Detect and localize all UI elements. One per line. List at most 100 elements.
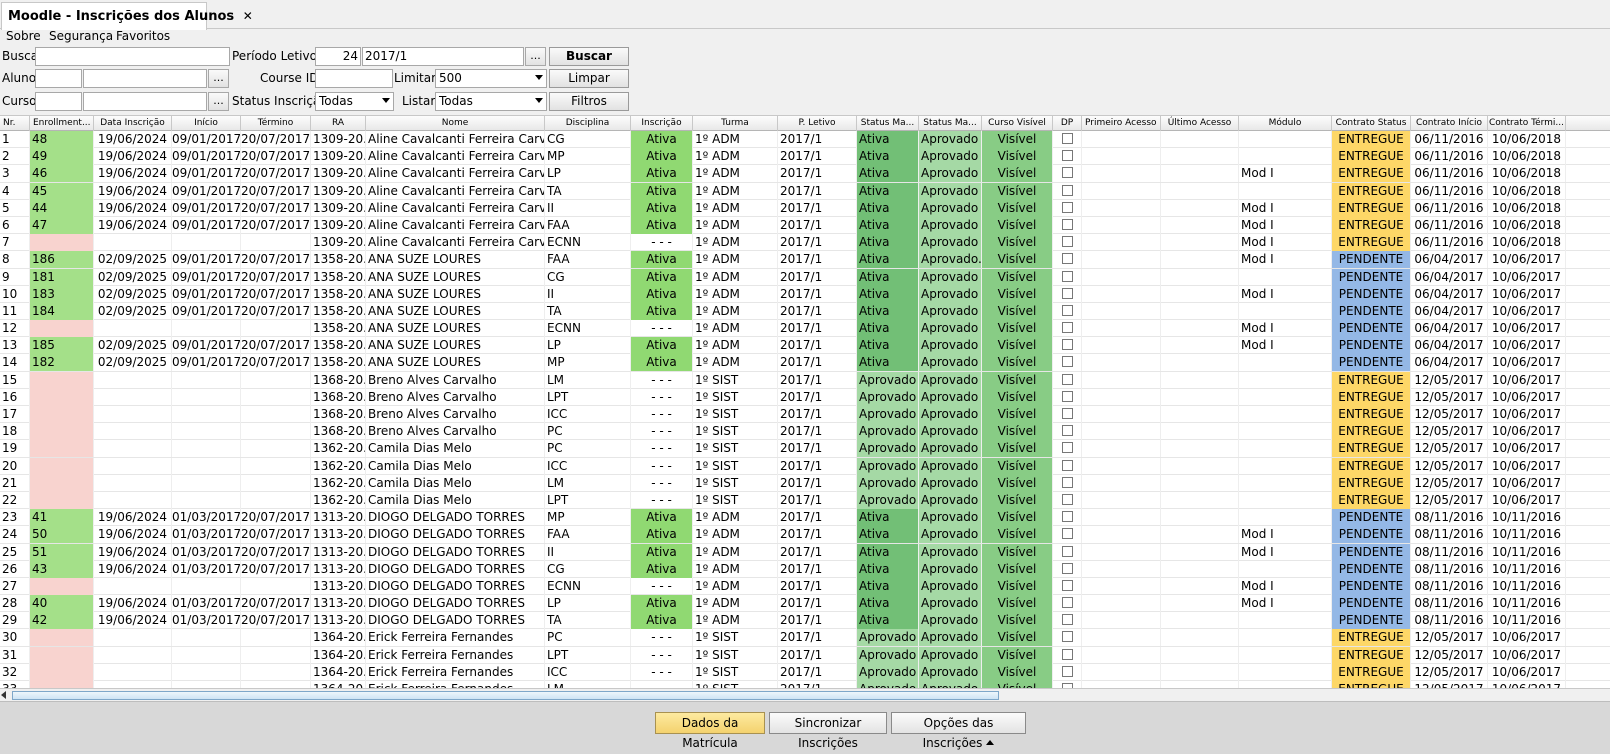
table-row[interactable]: 32 1364-20...Erick Ferreira FernandesICC-… bbox=[0, 663, 1610, 681]
table-row[interactable]: 14 182 02/09/2025 09/01/2017 20/07/2017 1358-… bbox=[0, 354, 1610, 372]
dados-matricula-button[interactable]: Dados da Matrícula bbox=[655, 712, 765, 750]
dp-checkbox[interactable] bbox=[1061, 253, 1073, 265]
dp-checkbox[interactable] bbox=[1061, 167, 1073, 179]
dp-checkbox[interactable] bbox=[1061, 425, 1073, 437]
column-header[interactable]: Enrollment... bbox=[30, 116, 94, 131]
busca-input[interactable] bbox=[35, 47, 230, 66]
table-row[interactable]: 1 48 19/06/2024 09/01/2017 20/07/2017 1309-20… bbox=[0, 131, 1610, 149]
table-row[interactable]: 33 1364-20...Erick Ferreira FernandesLM- … bbox=[0, 681, 1610, 688]
column-header[interactable]: Status Ma... bbox=[919, 116, 982, 131]
column-header[interactable]: Turma bbox=[693, 116, 778, 131]
column-header[interactable]: Nr. bbox=[0, 116, 30, 131]
periodo-code-input[interactable]: 24 bbox=[315, 47, 361, 66]
column-header[interactable]: Data Inscrição bbox=[94, 116, 172, 131]
column-header[interactable]: Último Acesso bbox=[1161, 116, 1239, 131]
table-row[interactable]: 27 1313-20...DIOGO DELGADO TORRESECNN- - … bbox=[0, 577, 1610, 596]
table-row[interactable]: 17 1368-20...Breno Alves CarvalhoICC- - -… bbox=[0, 406, 1610, 424]
aluno-code-input[interactable] bbox=[35, 69, 82, 88]
aluno-lookup-button[interactable]: ... bbox=[208, 69, 229, 88]
column-header[interactable]: Status Ma... bbox=[857, 116, 919, 131]
menu-favoritos[interactable]: Favoritos bbox=[116, 29, 170, 43]
column-header[interactable]: RA bbox=[311, 116, 366, 131]
table-row[interactable]: 29 42 19/06/2024 01/03/2017 20/07/2017 1313-2… bbox=[0, 612, 1610, 630]
sincronizar-button[interactable]: Sincronizar Inscrições bbox=[769, 712, 887, 750]
dp-checkbox[interactable] bbox=[1061, 339, 1073, 351]
dp-checkbox[interactable] bbox=[1061, 304, 1073, 316]
dp-checkbox[interactable] bbox=[1061, 528, 1073, 540]
table-row[interactable]: 28 40 19/06/2024 01/03/2017 20/07/2017 1313-2… bbox=[0, 595, 1610, 613]
column-header[interactable]: Contrato Início bbox=[1411, 116, 1488, 131]
dp-checkbox[interactable] bbox=[1061, 236, 1073, 248]
table-row[interactable]: 20 1362-20...Camila Dias MeloICC- - -1º S… bbox=[0, 457, 1610, 475]
dp-checkbox[interactable] bbox=[1061, 133, 1073, 144]
periodo-lookup-button[interactable]: ... bbox=[525, 47, 546, 66]
dp-checkbox[interactable] bbox=[1061, 597, 1073, 609]
tab-inscricoes[interactable]: Moodle - Inscrições dos Alunos ✕ bbox=[1, 2, 253, 30]
table-row[interactable]: 16 1368-20...Breno Alves CarvalhoLPT- - -… bbox=[0, 388, 1610, 406]
column-header[interactable]: Primeiro Acesso bbox=[1082, 116, 1161, 131]
opcoes-inscricoes-button[interactable]: Opções das Inscrições bbox=[891, 712, 1026, 750]
dp-checkbox[interactable] bbox=[1061, 648, 1073, 660]
table-row[interactable]: 26 43 19/06/2024 01/03/2017 20/07/2017 1313-2… bbox=[0, 560, 1610, 578]
scrollbar-thumb[interactable] bbox=[12, 691, 999, 700]
table-row[interactable]: 4 45 19/06/2024 09/01/2017 20/07/2017 1309-20… bbox=[0, 182, 1610, 200]
column-header[interactable]: Contrato Térmi... bbox=[1488, 116, 1566, 131]
horizontal-scrollbar[interactable] bbox=[0, 688, 1610, 701]
menu-seguranca[interactable]: Segurança bbox=[49, 29, 113, 43]
column-header[interactable]: Disciplina bbox=[545, 116, 631, 131]
column-header[interactable]: Contrato Status bbox=[1332, 116, 1411, 131]
dp-checkbox[interactable] bbox=[1061, 476, 1073, 488]
filtros-button[interactable]: Filtros bbox=[549, 92, 629, 111]
limitar-select[interactable]: 500 bbox=[435, 69, 547, 88]
table-row[interactable]: 8 186 02/09/2025 09/01/2017 20/07/2017 1358-2… bbox=[0, 251, 1610, 269]
dp-checkbox[interactable] bbox=[1061, 579, 1073, 591]
table-row[interactable]: 12 1358-20...ANA SUZE LOURESECNN- - -1º A… bbox=[0, 320, 1610, 338]
table-row[interactable]: 6 47 19/06/2024 09/01/2017 20/07/2017 1309-20… bbox=[0, 216, 1610, 235]
dp-checkbox[interactable] bbox=[1061, 614, 1073, 626]
column-header[interactable]: Módulo bbox=[1239, 116, 1332, 131]
table-row[interactable]: 19 1362-20...Camila Dias MeloPC- - -1º SI… bbox=[0, 440, 1610, 458]
curso-name-input[interactable] bbox=[83, 92, 207, 111]
column-header[interactable]: Início bbox=[172, 116, 241, 131]
dp-checkbox[interactable] bbox=[1061, 493, 1073, 505]
table-row[interactable]: 24 50 19/06/2024 01/03/2017 20/07/2017 1313-2… bbox=[0, 526, 1610, 544]
aluno-name-input[interactable] bbox=[83, 69, 207, 88]
dp-checkbox[interactable] bbox=[1061, 511, 1073, 523]
course-id-input[interactable] bbox=[315, 69, 393, 88]
dp-checkbox[interactable] bbox=[1061, 373, 1073, 385]
dp-checkbox[interactable] bbox=[1061, 562, 1073, 574]
table-row[interactable]: 3 46 19/06/2024 09/01/2017 20/07/2017 1309-20… bbox=[0, 165, 1610, 183]
dp-checkbox[interactable] bbox=[1061, 442, 1073, 454]
table-row[interactable]: 10 183 02/09/2025 09/01/2017 20/07/2017 1358-… bbox=[0, 285, 1610, 303]
table-row[interactable]: 25 51 19/06/2024 01/03/2017 20/07/2017 1313-2… bbox=[0, 543, 1610, 561]
dp-checkbox[interactable] bbox=[1061, 287, 1073, 299]
table-row[interactable]: 22 1362-20...Camila Dias MeloLPT- - -1º S… bbox=[0, 491, 1610, 510]
dp-checkbox[interactable] bbox=[1061, 390, 1073, 402]
dp-checkbox[interactable] bbox=[1061, 545, 1073, 557]
column-header[interactable]: DP bbox=[1053, 116, 1082, 131]
table-row[interactable]: 30 1364-20...Erick Ferreira FernandesPC- … bbox=[0, 629, 1610, 647]
buscar-button[interactable]: Buscar bbox=[549, 47, 629, 66]
table-row[interactable]: 9 181 02/09/2025 09/01/2017 20/07/2017 1358-2… bbox=[0, 268, 1610, 286]
column-header[interactable]: Inscrição bbox=[631, 116, 693, 131]
dp-checkbox[interactable] bbox=[1061, 218, 1073, 230]
dp-checkbox[interactable] bbox=[1061, 631, 1073, 643]
dp-checkbox[interactable] bbox=[1061, 184, 1073, 196]
table-row[interactable]: 31 1364-20...Erick Ferreira FernandesLPT-… bbox=[0, 646, 1610, 664]
table-row[interactable]: 21 1362-20...Camila Dias MeloLM- - -1º SI… bbox=[0, 474, 1610, 492]
status-inscricao-select[interactable]: Todas bbox=[315, 92, 394, 111]
listar-select[interactable]: Todas bbox=[435, 92, 547, 111]
table-row[interactable]: 13 185 02/09/2025 09/01/2017 20/07/2017 1358-… bbox=[0, 337, 1610, 355]
curso-lookup-button[interactable]: ... bbox=[208, 92, 229, 111]
table-row[interactable]: 181368-20...Breno Alves CarvalhoPC- - -1… bbox=[0, 423, 1610, 441]
column-header[interactable]: P. Letivo bbox=[778, 116, 857, 131]
scroll-left-icon[interactable] bbox=[1, 691, 6, 699]
dp-checkbox[interactable] bbox=[1061, 150, 1073, 162]
table-row[interactable]: 5 44 19/06/2024 09/01/2017 20/07/2017 1309-20… bbox=[0, 199, 1610, 217]
periodo-value-input[interactable]: 2017/1 bbox=[362, 47, 524, 66]
dp-checkbox[interactable] bbox=[1061, 408, 1073, 419]
table-row[interactable]: 7 1309-20...Aline Cavalcanti Ferreira Car… bbox=[0, 234, 1610, 252]
limpar-button[interactable]: Limpar bbox=[549, 69, 629, 88]
column-header[interactable]: Término bbox=[241, 116, 311, 131]
table-row[interactable]: 11 184 02/09/2025 09/01/2017 20/07/2017 1358-… bbox=[0, 302, 1610, 321]
